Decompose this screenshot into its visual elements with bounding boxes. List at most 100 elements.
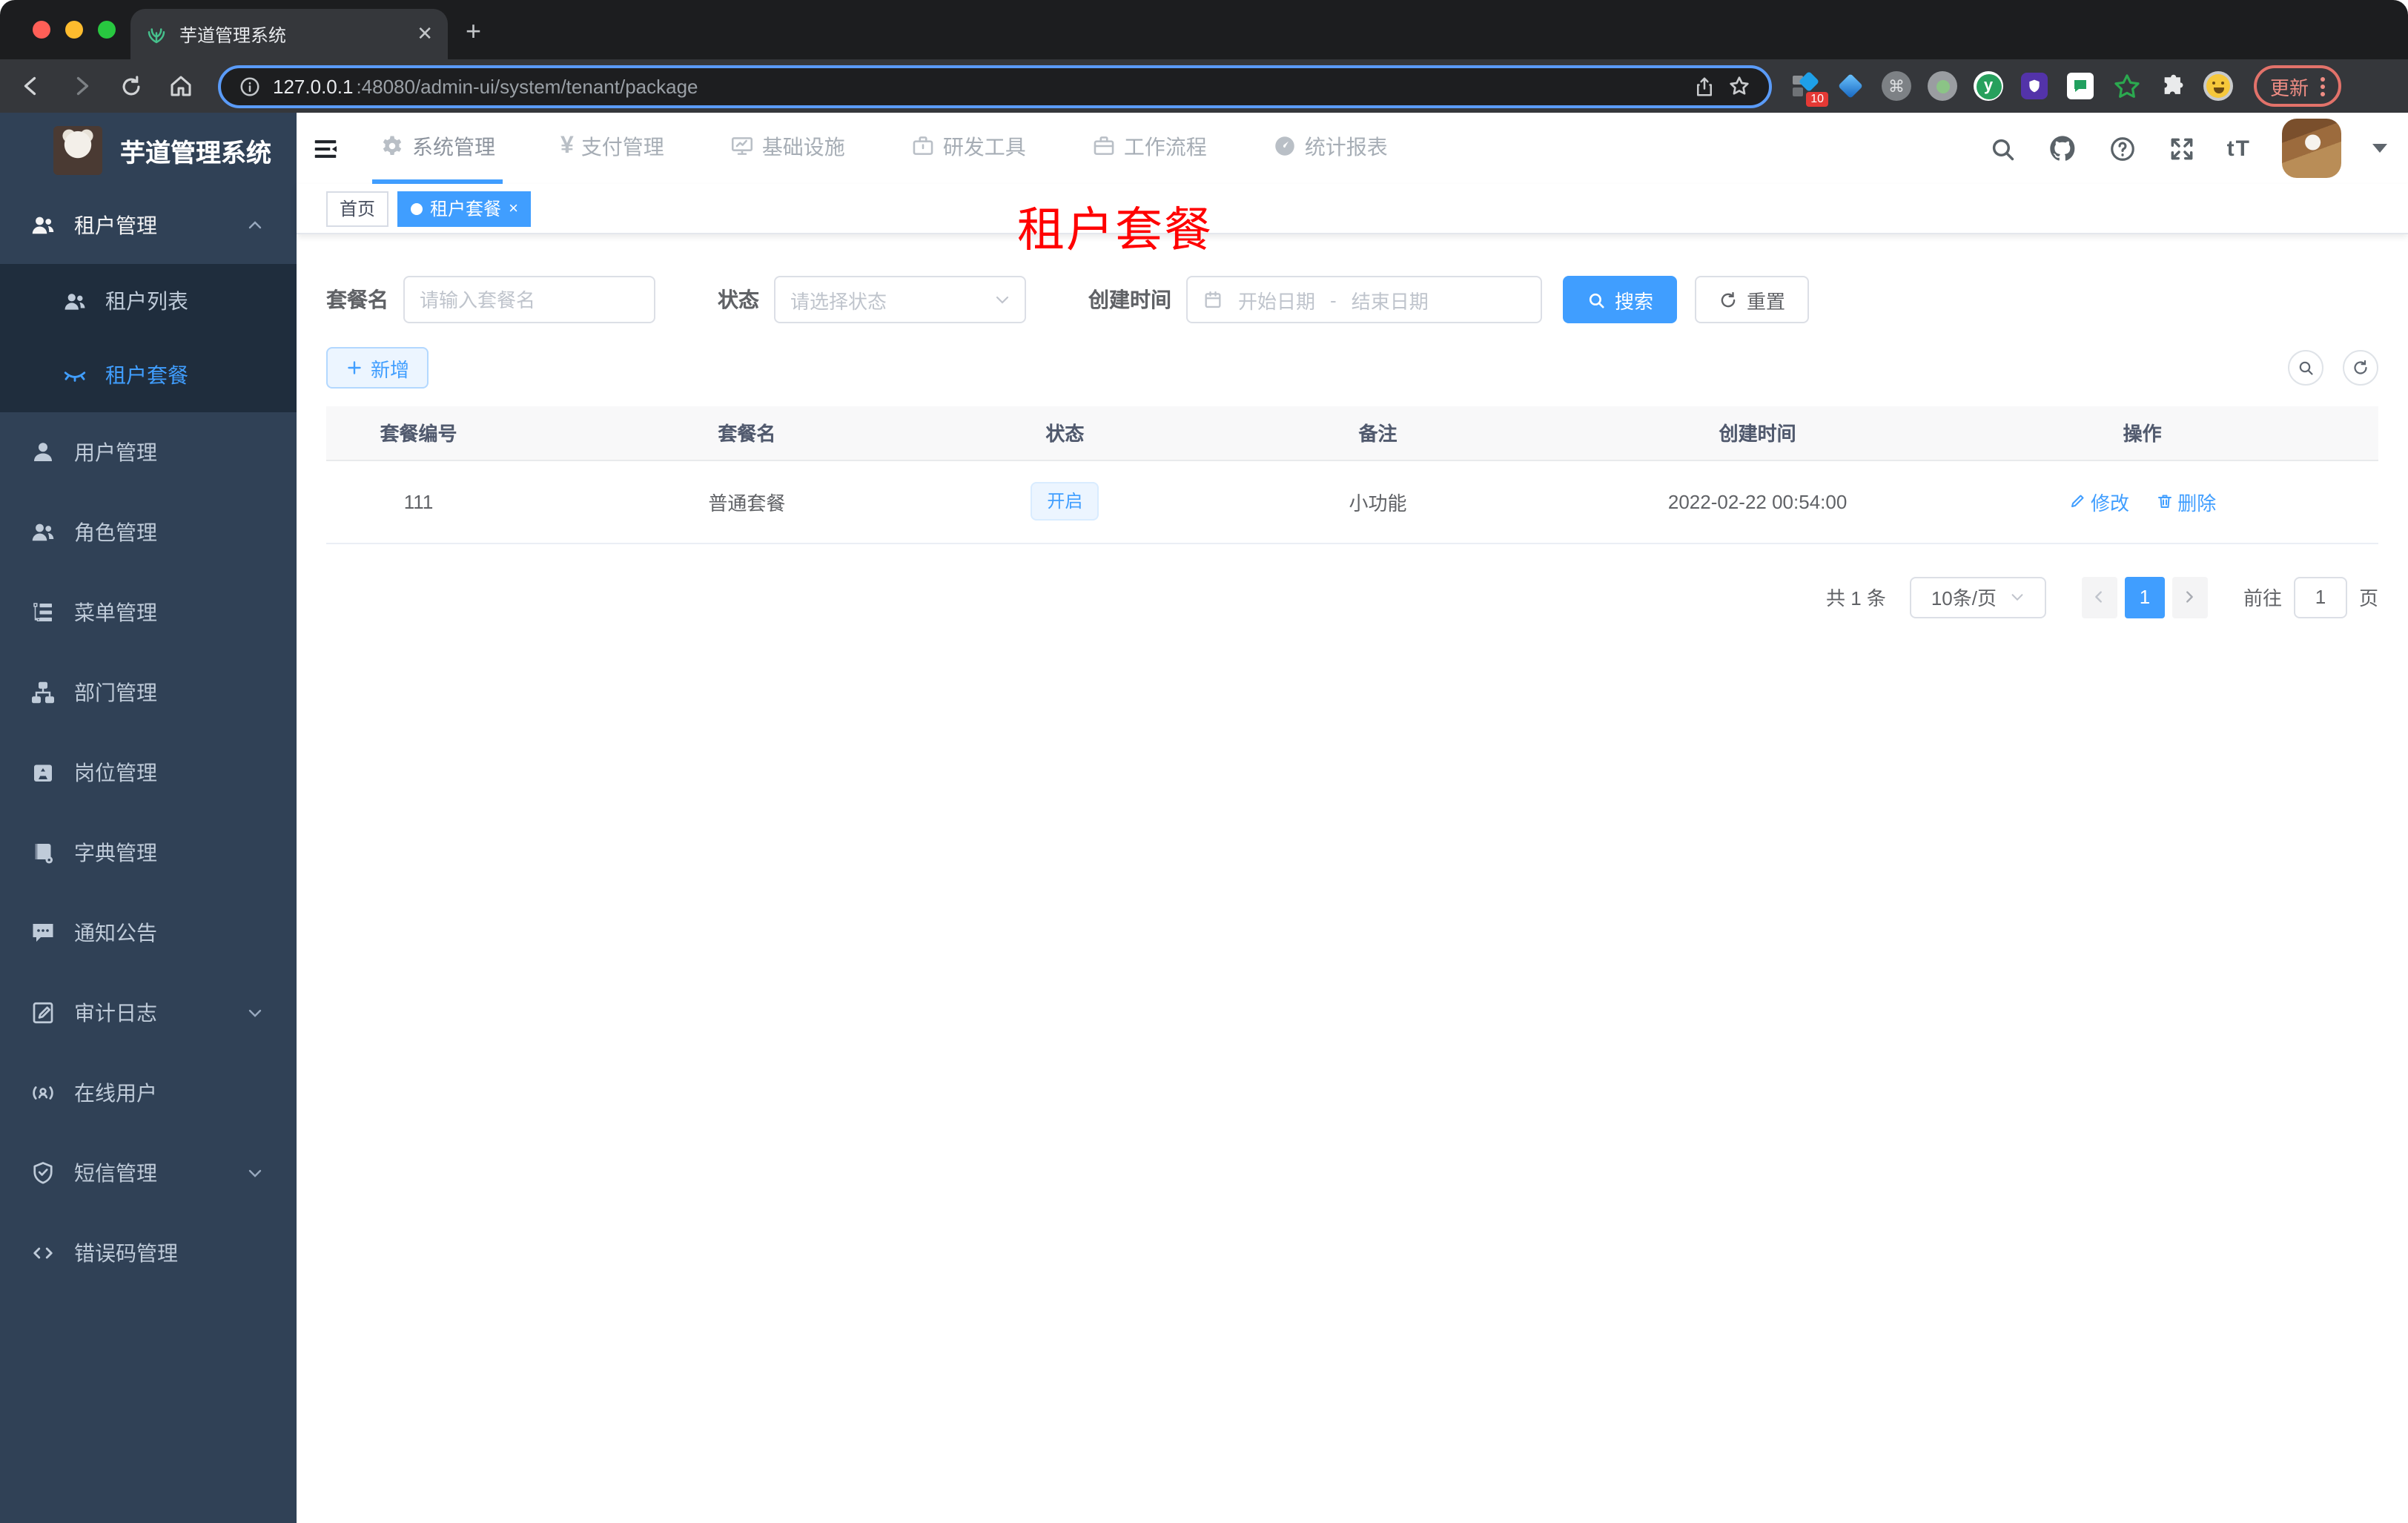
extension-star-icon[interactable] xyxy=(2111,71,2141,101)
share-icon[interactable] xyxy=(1693,75,1716,97)
badge-icon xyxy=(30,759,56,786)
maximize-window-button[interactable] xyxy=(98,21,116,39)
add-button[interactable]: 新增 xyxy=(326,347,429,389)
reload-icon[interactable] xyxy=(119,73,144,99)
nav-item-label: 系统管理 xyxy=(412,134,495,158)
nav-item-label: 基础设施 xyxy=(761,134,845,158)
font-size-icon[interactable]: tT xyxy=(2227,136,2251,161)
sidebar-item-dict-manage[interactable]: 字典管理 xyxy=(0,813,297,893)
extension-command-icon[interactable]: ⌘ xyxy=(1882,71,1911,101)
user-avatar[interactable] xyxy=(2282,119,2341,178)
form-edit-icon xyxy=(30,1000,56,1026)
nav-item-system[interactable]: 系统管理 xyxy=(372,113,503,184)
extension-grid-icon[interactable]: 10 xyxy=(1790,70,1828,107)
back-icon[interactable] xyxy=(18,73,44,99)
tag-home[interactable]: 首页 xyxy=(326,191,389,226)
col-header-created-time: 创建时间 xyxy=(1608,406,1907,460)
search-button[interactable]: 搜索 xyxy=(1563,276,1678,323)
tag-label: 首页 xyxy=(340,199,376,219)
sidebar-item-notice[interactable]: 通知公告 xyxy=(0,893,297,973)
tab-close-icon[interactable]: ✕ xyxy=(417,22,433,46)
nav-item-infra[interactable]: 基础设施 xyxy=(722,113,853,184)
sidebar-item-label: 角色管理 xyxy=(74,521,157,544)
extension-shield-icon[interactable] xyxy=(2020,71,2049,101)
sidebar-item-tenant-list[interactable]: 租户列表 xyxy=(0,264,297,338)
extension-dot-icon[interactable] xyxy=(1928,71,1957,101)
browser-menu-icon[interactable] xyxy=(2321,76,2326,96)
cell-remark: 小功能 xyxy=(1147,460,1609,544)
minimize-window-button[interactable] xyxy=(65,21,83,39)
pagination-total: 共 1 条 xyxy=(1826,587,1886,609)
tab-title: 芋道管理系统 xyxy=(179,24,287,45)
bookmark-star-icon[interactable] xyxy=(1727,74,1751,98)
sidebar-collapse-icon[interactable] xyxy=(311,134,340,162)
show-search-toggle-button[interactable] xyxy=(2288,350,2323,386)
date-end-placeholder: 结束日期 xyxy=(1351,290,1429,312)
nav-item-dev-tools[interactable]: 研发工具 xyxy=(903,113,1033,184)
fullscreen-icon[interactable] xyxy=(2168,134,2196,162)
update-label: 更新 xyxy=(2270,76,2309,99)
sidebar-item-dept-manage[interactable]: 部门管理 xyxy=(0,653,297,733)
edit-link[interactable]: 修改 xyxy=(2068,487,2129,515)
browser-window: 芋道管理系统 ✕ + 127.0.0.1:48080/admin-ui/syst… xyxy=(0,0,2408,1523)
reset-button[interactable]: 重置 xyxy=(1695,276,1810,323)
github-icon[interactable] xyxy=(2048,133,2077,163)
extension-kite-icon[interactable] xyxy=(1836,71,1865,101)
date-range-picker[interactable]: 开始日期 - 结束日期 xyxy=(1186,276,1542,323)
sidebar-item-post-manage[interactable]: 岗位管理 xyxy=(0,733,297,813)
sidebar-item-tenant-package[interactable]: 租户套餐 xyxy=(0,338,297,412)
refresh-table-button[interactable] xyxy=(2343,350,2378,386)
sidebar-item-label: 租户列表 xyxy=(105,289,188,313)
site-info-icon[interactable] xyxy=(239,75,261,97)
url-bar[interactable]: 127.0.0.1:48080/admin-ui/system/tenant/p… xyxy=(218,65,1772,108)
sidebar-item-tenant-manage[interactable]: 租户管理 xyxy=(0,187,297,264)
search-icon[interactable] xyxy=(1988,134,2017,162)
sidebar-item-error-code[interactable]: 错误码管理 xyxy=(0,1213,297,1293)
sidebar-item-label: 审计日志 xyxy=(74,1001,157,1025)
sidebar-item-audit-log[interactable]: 审计日志 xyxy=(0,973,297,1053)
goto-page-input[interactable] xyxy=(2293,576,2347,618)
chevron-down-icon xyxy=(2008,589,2025,605)
sidebar-item-online-users[interactable]: 在线用户 xyxy=(0,1053,297,1133)
next-page-button[interactable] xyxy=(2172,576,2208,618)
avatar-caret-down-icon[interactable] xyxy=(2372,144,2387,153)
status-select[interactable]: 请选择状态 xyxy=(774,276,1026,323)
table-row[interactable]: 111 普通套餐 开启 小功能 2022-02-22 00:54:00 修改 删… xyxy=(326,460,2378,544)
tag-tenant-package[interactable]: 租户套餐 × xyxy=(397,191,532,226)
browser-update-button[interactable]: 更新 xyxy=(2254,65,2342,107)
forward-icon[interactable] xyxy=(68,73,95,99)
nav-item-payment[interactable]: ¥ 支付管理 xyxy=(553,113,672,184)
extension-y-icon[interactable]: y xyxy=(1974,71,2003,101)
browser-tab[interactable]: 芋道管理系统 ✕ xyxy=(130,9,448,59)
extensions-row: 10 ⌘ y xyxy=(1790,70,2233,107)
help-icon[interactable] xyxy=(2108,134,2137,162)
nav-item-report[interactable]: 统计报表 xyxy=(1265,113,1395,184)
extension-chat-icon[interactable] xyxy=(2065,71,2095,101)
tag-close-icon[interactable]: × xyxy=(509,199,518,217)
sidebar-item-label: 用户管理 xyxy=(74,440,157,464)
page-size-select[interactable]: 10条/页 xyxy=(1909,576,2046,618)
sidebar-item-label: 字典管理 xyxy=(74,841,157,865)
sidebar-item-menu-manage[interactable]: 菜单管理 xyxy=(0,572,297,653)
sidebar-item-label: 在线用户 xyxy=(74,1081,157,1105)
nav-item-label: 统计报表 xyxy=(1304,134,1388,158)
filter-name-label: 套餐名 xyxy=(326,288,388,311)
briefcase-icon xyxy=(910,133,936,159)
favicon-plant-icon xyxy=(145,23,168,45)
prev-page-button[interactable] xyxy=(2081,576,2117,618)
new-tab-button[interactable]: + xyxy=(466,16,481,47)
sidebar-item-user-manage[interactable]: 用户管理 xyxy=(0,412,297,492)
dictionary-icon xyxy=(30,839,56,866)
sidebar-logo[interactable]: 芋道管理系统 xyxy=(0,113,297,187)
delete-link[interactable]: 删除 xyxy=(2155,487,2216,515)
url-path: :48080/admin-ui/system/tenant/package xyxy=(356,75,698,97)
extensions-puzzle-icon[interactable] xyxy=(2157,71,2187,101)
profile-avatar-icon[interactable] xyxy=(2203,71,2233,101)
sidebar-item-sms-manage[interactable]: 短信管理 xyxy=(0,1133,297,1213)
nav-item-workflow[interactable]: 工作流程 xyxy=(1084,113,1214,184)
package-name-input[interactable] xyxy=(403,276,655,323)
current-page-button[interactable]: 1 xyxy=(2124,576,2165,618)
sidebar-item-role-manage[interactable]: 角色管理 xyxy=(0,492,297,572)
close-window-button[interactable] xyxy=(33,21,50,39)
home-icon[interactable] xyxy=(168,73,194,99)
